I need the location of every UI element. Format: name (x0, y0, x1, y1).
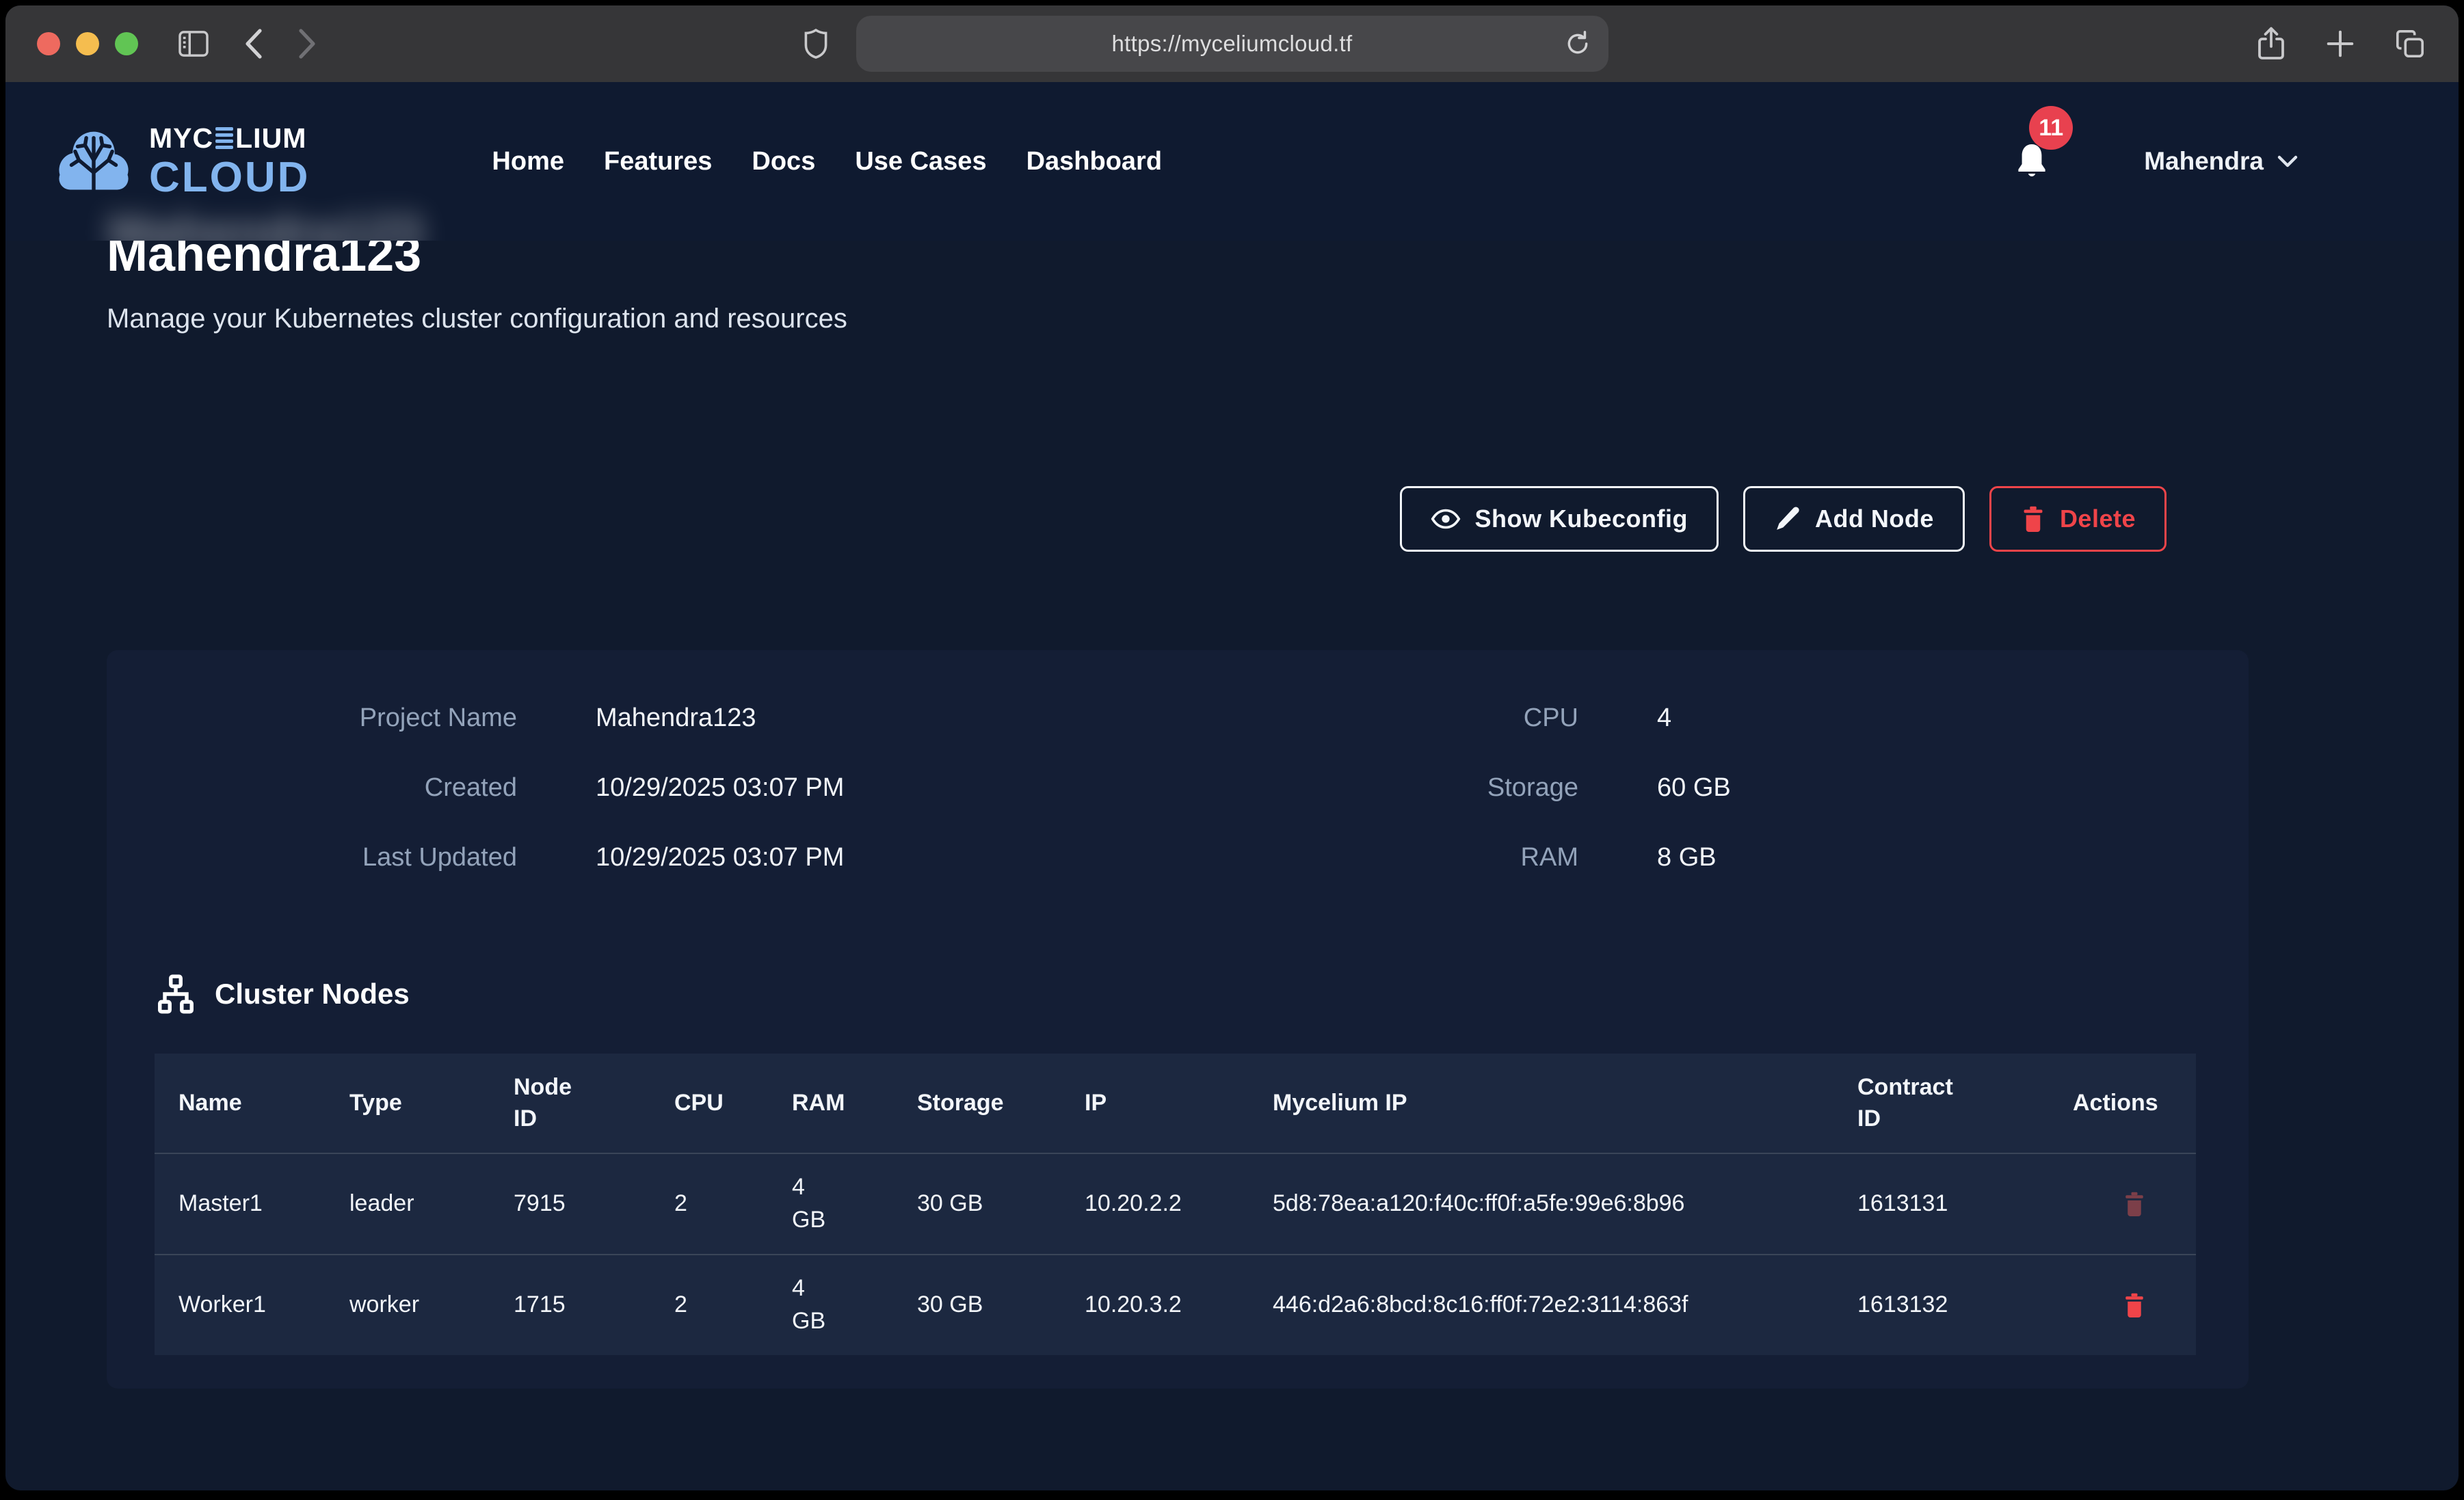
info-value-created: 10/29/2025 03:07 PM (596, 773, 844, 803)
info-label: CPU (1271, 704, 1578, 733)
col-mycelium-ip: Mycelium IP (1273, 1088, 1857, 1119)
brand-text: MYCLIUM CLOUD (149, 124, 310, 199)
col-contract-id: Contract ID (1857, 1072, 2073, 1135)
info-label: Storage (1271, 773, 1578, 803)
site-header: MYCLIUM CLOUD Home Features Docs Use Cas… (5, 82, 2459, 241)
cell-mycelium-ip: 446:d2a6:8bcd:8c16:ff0f:72e2:3114:863f (1273, 1289, 1857, 1322)
info-value-project-name: Mahendra123 (596, 704, 756, 733)
cluster-card: Project Name Mahendra123 Created 10/29/2… (107, 650, 2249, 1389)
info-value-storage: 60 GB (1657, 773, 1731, 803)
info-label: Project Name (155, 704, 517, 733)
logo-word-bottom: CLOUD (149, 157, 310, 199)
browser-toolbar: https://myceliumcloud.tf (5, 5, 2459, 82)
delete-node-button[interactable] (2122, 1190, 2147, 1218)
shield-icon[interactable] (804, 29, 827, 59)
minimize-window-button[interactable] (76, 32, 99, 55)
pencil-icon (1774, 505, 1801, 533)
main-nav: Home Features Docs Use Cases Dashboard (492, 147, 1162, 176)
logo-word-top: MYCLIUM (149, 124, 310, 152)
nav-link-use-cases[interactable]: Use Cases (855, 147, 986, 176)
cluster-nodes-table: Name Type Node ID CPU RAM Storage IP Myc… (155, 1054, 2196, 1355)
share-icon[interactable] (2256, 26, 2286, 62)
reload-icon[interactable] (1565, 29, 1591, 58)
page-subtitle: Manage your Kubernetes cluster configura… (107, 304, 2249, 334)
col-actions: Actions (2073, 1088, 2196, 1119)
cluster-actions: Show Kubeconfig Add Node Delete (107, 486, 2249, 552)
new-tab-icon[interactable] (2324, 28, 2356, 59)
user-name: Mahendra (2144, 147, 2264, 176)
table-row: Worker1 worker 1715 2 4 GB 30 GB 10.20.3… (155, 1254, 2196, 1355)
zoom-window-button[interactable] (115, 32, 138, 55)
delete-cluster-button[interactable]: Delete (1989, 486, 2167, 552)
cell-ip: 10.20.3.2 (1085, 1289, 1273, 1322)
nav-link-docs[interactable]: Docs (752, 147, 815, 176)
cell-type: leader (349, 1188, 514, 1220)
sidebar-icon[interactable] (178, 30, 209, 57)
cell-contract-id: 1613132 (1857, 1289, 2073, 1322)
nav-link-features[interactable]: Features (604, 147, 712, 176)
cell-ram: 4 GB (792, 1171, 917, 1236)
notification-badge: 11 (2029, 106, 2073, 150)
forward-icon[interactable] (298, 29, 316, 59)
address-bar[interactable]: https://myceliumcloud.tf (856, 16, 1608, 72)
notifications-button[interactable]: 11 (2014, 142, 2050, 181)
mycelium-logo-icon (53, 123, 134, 200)
table-header: Name Type Node ID CPU RAM Storage IP Myc… (155, 1054, 2196, 1153)
cell-ram: 4 GB (792, 1272, 917, 1337)
tab-overview-icon[interactable] (2394, 28, 2426, 59)
browser-window: https://myceliumcloud.tf (5, 5, 2459, 1490)
info-label: Last Updated (155, 843, 517, 872)
col-ip: IP (1085, 1088, 1273, 1119)
col-node-id: Node ID (514, 1072, 674, 1135)
section-title: Cluster Nodes (215, 978, 410, 1010)
col-storage: Storage (917, 1088, 1085, 1119)
user-menu[interactable]: Mahendra (2144, 147, 2298, 176)
trash-icon (2122, 1190, 2147, 1218)
cluster-nodes-heading: Cluster Nodes (155, 973, 2201, 1015)
page-title: Mahendra123 (107, 241, 2249, 279)
cell-node-id: 1715 (514, 1289, 674, 1322)
nav-link-home[interactable]: Home (492, 147, 564, 176)
cell-storage: 30 GB (917, 1289, 1085, 1322)
info-value-ram: 8 GB (1657, 843, 1717, 872)
info-label: RAM (1271, 843, 1578, 872)
col-name: Name (178, 1088, 349, 1119)
cell-mycelium-ip: 5d8:78ea:a120:f40c:ff0f:a5fe:99e6:8b96 (1273, 1188, 1857, 1220)
window-controls (37, 32, 138, 55)
info-label: Created (155, 773, 517, 803)
cell-contract-id: 1613131 (1857, 1188, 2073, 1220)
page-title-blur: Mahendra123 (108, 205, 423, 241)
cell-name: Worker1 (178, 1289, 349, 1322)
nav-link-dashboard[interactable]: Dashboard (1026, 147, 1162, 176)
main-content: Mahendra123 Manage your Kubernetes clust… (5, 241, 2249, 1389)
delete-node-button[interactable] (2122, 1291, 2147, 1319)
col-ram: RAM (792, 1088, 917, 1119)
col-cpu: CPU (674, 1088, 792, 1119)
cell-actions (2073, 1190, 2196, 1218)
trash-icon (2122, 1291, 2147, 1319)
col-type: Type (349, 1088, 514, 1119)
cell-name: Master1 (178, 1188, 349, 1220)
trash-icon (2020, 505, 2046, 533)
brand-logo[interactable]: MYCLIUM CLOUD (53, 123, 310, 200)
cell-cpu: 2 (674, 1289, 792, 1322)
info-value-cpu: 4 (1657, 704, 1671, 733)
table-row: Master1 leader 7915 2 4 GB 30 GB 10.20.2… (155, 1153, 2196, 1254)
cell-actions (2073, 1291, 2196, 1319)
eye-icon (1431, 508, 1461, 530)
cell-storage: 30 GB (917, 1188, 1085, 1220)
back-icon[interactable] (245, 29, 263, 59)
close-window-button[interactable] (37, 32, 60, 55)
cell-ip: 10.20.2.2 (1085, 1188, 1273, 1220)
cell-cpu: 2 (674, 1188, 792, 1220)
chevron-down-icon (2277, 155, 2298, 168)
network-nodes-icon (155, 973, 197, 1015)
cell-type: worker (349, 1289, 514, 1322)
show-kubeconfig-button[interactable]: Show Kubeconfig (1400, 486, 1718, 552)
add-node-button[interactable]: Add Node (1743, 486, 1965, 552)
cluster-info: Project Name Mahendra123 Created 10/29/2… (155, 704, 2201, 913)
info-value-last-updated: 10/29/2025 03:07 PM (596, 843, 844, 872)
cell-node-id: 7915 (514, 1188, 674, 1220)
url-text: https://myceliumcloud.tf (1112, 31, 1353, 57)
